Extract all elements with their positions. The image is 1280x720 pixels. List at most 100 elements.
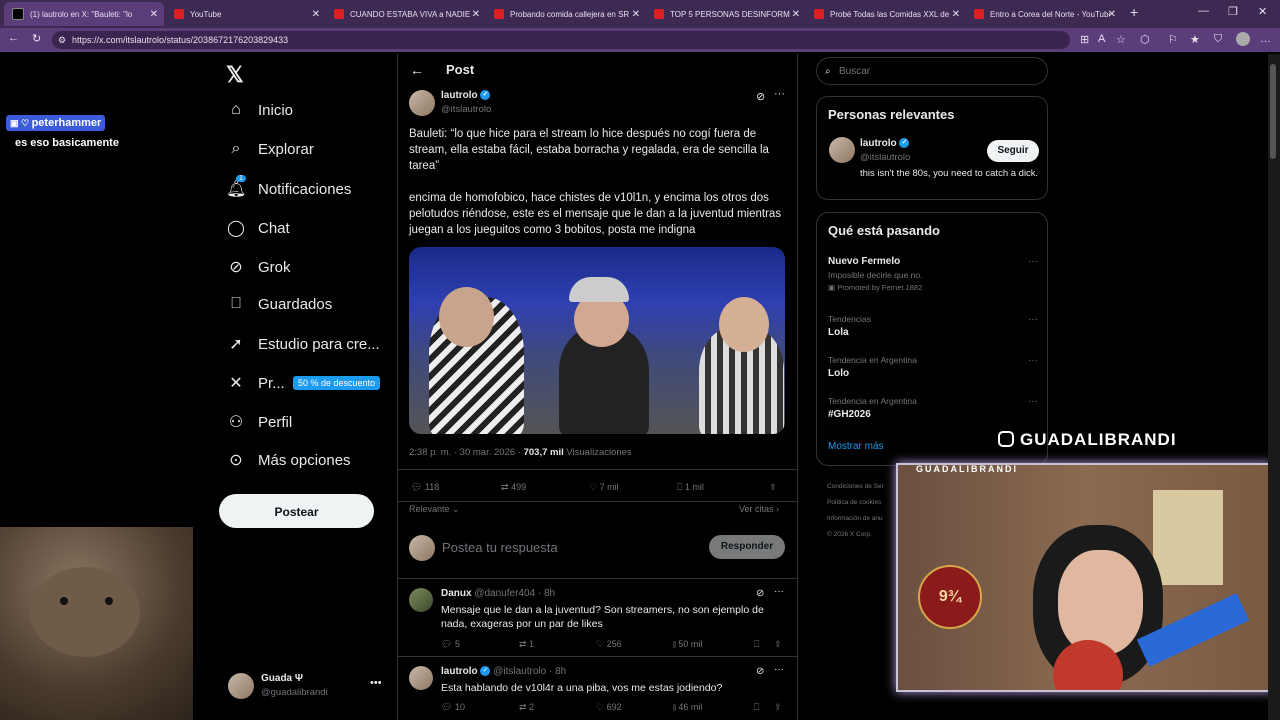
repost-button[interactable]: ⇄ 499 <box>501 482 561 493</box>
sidebar-item-inicio[interactable]: ⌂ Inicio <box>226 101 293 119</box>
premium-discount-badge[interactable]: 50 % de descuento <box>293 376 381 390</box>
sidebar-item-guardados[interactable]: ⎕ Guardados <box>226 295 332 313</box>
more-dots-icon[interactable]: ··· <box>774 586 784 597</box>
browser-tab[interactable]: CUANDO ESTABA VIVA a NADIE le ✕ <box>326 4 486 24</box>
more-dots-icon[interactable]: ··· <box>774 88 785 100</box>
shield-icon[interactable]: ⛉ <box>1214 33 1222 46</box>
close-tab-icon[interactable]: ✕ <box>952 9 960 20</box>
post-button[interactable]: Postear <box>219 494 374 528</box>
follow-button[interactable]: Seguir <box>987 140 1039 162</box>
browser-tab[interactable]: TOP 5 PERSONAS DESINFORMADAS ✕ <box>646 4 806 24</box>
views-button[interactable]: ⫾ 46 mil <box>673 702 702 713</box>
post-video[interactable] <box>409 247 785 434</box>
menu-dots-icon[interactable]: … <box>1260 33 1271 45</box>
bookmark-icon[interactable]: ⎕ <box>754 702 759 713</box>
grok-icon[interactable]: ⊘ <box>756 588 764 599</box>
author-name[interactable]: lautrolo ✓ <box>441 90 491 101</box>
reply-button[interactable]: 💬︎ 5 <box>441 639 460 650</box>
profile-avatar[interactable] <box>1236 32 1250 46</box>
trend-item[interactable]: Tendencia en Argentina #GH2026 ··· <box>828 396 1038 420</box>
chevron-down-icon: ⌄ <box>452 504 460 514</box>
close-tab-icon[interactable]: ✕ <box>632 9 640 20</box>
favorite-star-icon[interactable]: ☆ <box>1116 33 1126 46</box>
reply-input[interactable]: Postea tu respuesta <box>442 540 558 555</box>
window-close-icon[interactable]: ✕ <box>1258 5 1267 18</box>
scrollbar-thumb[interactable] <box>1270 64 1276 159</box>
bookmark-icon[interactable]: ⎕ <box>754 639 759 650</box>
reply-submit-button[interactable]: Responder <box>709 535 785 559</box>
webcam-feed: 9¾ <box>896 463 1273 692</box>
reply-button[interactable]: 💬︎ 10 <box>441 702 465 713</box>
otter-image <box>0 527 193 720</box>
author-handle[interactable]: @itslautrolo <box>441 104 491 115</box>
heart-icon: ♡ <box>589 482 598 492</box>
sidebar-item-mas-opciones[interactable]: ⊙ Más opciones <box>226 450 350 470</box>
share-icon[interactable]: ⇪ <box>774 639 782 650</box>
bookmark-icon: ⎕ <box>231 295 241 312</box>
browser-tab[interactable]: Probando comida callejera en SR ✕ <box>486 4 646 24</box>
close-tab-icon[interactable]: ✕ <box>792 9 800 20</box>
sidebar-item-explorar[interactable]: ⌕ Explorar <box>226 140 314 158</box>
read-aloud-icon[interactable]: A <box>1098 33 1105 45</box>
url-bar[interactable]: ⚙ https://x.com/itslautrolo/status/20386… <box>52 31 1070 49</box>
more-dots-icon[interactable]: ··· <box>774 664 784 675</box>
sidebar-item-grok[interactable]: ⊘ Grok <box>226 257 290 277</box>
show-more-link[interactable]: Mostrar más <box>828 441 884 452</box>
like-button[interactable]: ♡ 692 <box>596 702 622 713</box>
new-tab-icon[interactable]: + <box>1130 4 1138 20</box>
back-icon[interactable]: ← <box>8 32 19 44</box>
avatar[interactable] <box>829 137 855 163</box>
trend-item[interactable]: Nuevo Fermelo Imposible decirle que no. … <box>828 256 1038 292</box>
favorites-icon[interactable]: ★ <box>1190 33 1200 46</box>
grok-icon[interactable]: ⊘ <box>756 90 765 103</box>
account-switcher[interactable]: Guada Ψ @guadalibrandi ••• <box>228 671 388 703</box>
browser-tab[interactable]: Probé Todas las Comidas XXL de ✕ <box>806 4 966 24</box>
back-arrow-icon[interactable]: ← <box>410 62 424 78</box>
more-dots-icon[interactable]: ··· <box>1028 396 1038 407</box>
sidebar-item-chat[interactable]: ◯ Chat <box>226 218 290 238</box>
close-tab-icon[interactable]: ✕ <box>1108 9 1116 20</box>
sort-selector[interactable]: Relevante ⌄ <box>409 504 460 515</box>
trend-item[interactable]: Tendencias Lola ··· <box>828 314 1038 338</box>
share-icon[interactable]: ⇪ <box>769 482 789 493</box>
avatar[interactable] <box>409 588 433 612</box>
more-dots-icon[interactable]: ··· <box>1028 256 1038 267</box>
site-info-icon[interactable]: ⚙ <box>58 31 66 49</box>
like-button[interactable]: ♡ 256 <box>596 639 622 650</box>
sidebar-item-notificaciones[interactable]: 🔔︎ 1 Notificaciones <box>226 175 351 199</box>
close-tab-icon[interactable]: ✕ <box>312 9 320 20</box>
restore-icon[interactable]: ❐ <box>1228 5 1238 18</box>
search-input[interactable]: ⌕ Buscar <box>816 57 1048 85</box>
close-tab-icon[interactable]: ✕ <box>472 9 480 20</box>
browser-tab-active[interactable]: (1) lautrolo en X: "Bauleti: "lo ✕ <box>4 2 164 26</box>
view-quotes-link[interactable]: Ver citas › <box>739 504 779 514</box>
close-tab-icon[interactable]: ✕ <box>150 9 158 20</box>
more-dots-icon[interactable]: ··· <box>1028 355 1038 366</box>
browser-tab[interactable]: YouTube ✕ <box>166 4 326 24</box>
minimize-icon[interactable]: — <box>1198 5 1209 17</box>
avatar[interactable] <box>409 666 433 690</box>
repost-button[interactable]: ⇄ 2 <box>519 702 534 713</box>
app-icon[interactable]: ⊞ <box>1080 33 1089 46</box>
reload-icon[interactable]: ↻ <box>32 32 41 45</box>
sidebar-item-premium[interactable]: ✕ Pr... <box>226 373 284 393</box>
extension-icon[interactable]: ⚐ <box>1168 33 1178 46</box>
trend-item[interactable]: Tendencia en Argentina Lolo ··· <box>828 355 1038 379</box>
otter-face <box>30 567 140 657</box>
author-avatar[interactable] <box>409 90 435 116</box>
browser-tab[interactable]: Entro a Corea del Norte - YouTube ✕ <box>966 4 1122 24</box>
more-dots-icon[interactable]: ••• <box>370 677 382 689</box>
more-dots-icon[interactable]: ··· <box>1028 314 1038 325</box>
share-icon[interactable]: ⇪ <box>774 702 782 713</box>
x-logo-icon[interactable]: 𝕏 <box>226 62 244 88</box>
extension-icon[interactable]: ⬡ <box>1140 33 1150 46</box>
repost-button[interactable]: ⇄ 1 <box>519 639 534 650</box>
like-button[interactable]: ♡ 7 mil <box>589 482 649 493</box>
grok-icon[interactable]: ⊘ <box>756 666 764 677</box>
page-scrollbar[interactable] <box>1268 54 1280 720</box>
bookmark-button[interactable]: ⎕ 1 mil <box>677 482 737 493</box>
sidebar-item-perfil[interactable]: ⚇ Perfil <box>226 412 292 432</box>
sidebar-item-estudio[interactable]: ➚ Estudio para cre... <box>226 334 379 354</box>
views-button[interactable]: ⫾ 50 mil <box>673 639 702 650</box>
reply-button[interactable]: 💬︎ 118 <box>411 482 471 493</box>
